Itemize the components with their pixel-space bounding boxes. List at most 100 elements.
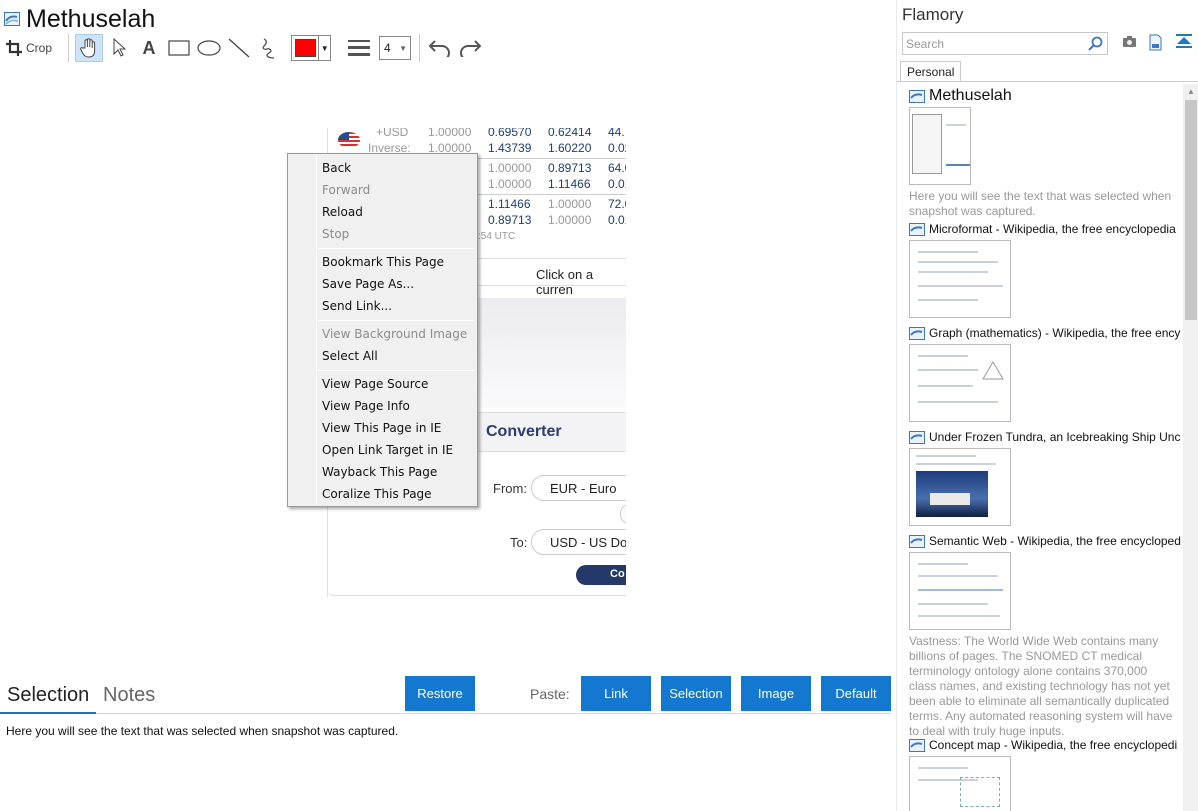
rate-cell: 1.60220 <box>548 141 592 155</box>
active-tab-indicator <box>0 712 96 714</box>
flamory-app-icon <box>909 534 925 548</box>
menu-gutter <box>316 156 317 504</box>
list-item-header: Graph (mathematics) - Wikipedia, the fre… <box>909 324 1181 342</box>
document-header: Methuselah <box>4 4 155 34</box>
menu-item-send-link[interactable]: Send Link... <box>322 299 392 319</box>
paste-selection-button[interactable]: Selection <box>661 676 731 711</box>
list-item-title: Graph (mathematics) - Wikipedia, the fre… <box>929 326 1181 340</box>
timestamp: :54 UTC <box>478 231 516 242</box>
paste-default-button[interactable]: Default <box>821 676 891 711</box>
text-icon: A <box>142 37 156 58</box>
drawing-toolbar: Crop A ▼ 4 ▼ <box>6 33 486 63</box>
tab-notes[interactable]: Notes <box>103 684 155 707</box>
menu-item-page-info[interactable]: View Page Info <box>322 399 410 419</box>
redo-icon <box>460 40 482 57</box>
snapshot-thumbnail <box>909 552 1011 630</box>
freehand-tool-button[interactable] <box>255 34 283 62</box>
rate-label: +USD <box>376 128 409 139</box>
document-title: Methuselah <box>26 4 156 33</box>
selection-text[interactable]: Here you will see the text that was sele… <box>6 724 398 738</box>
list-item-header: Microformat - Wikipedia, the free encycl… <box>909 220 1181 238</box>
menu-item-select-all[interactable]: Select All <box>322 349 378 369</box>
line-width-button[interactable] <box>345 34 373 62</box>
rate-cell: 1.11466 <box>548 177 591 191</box>
rectangle-icon <box>168 40 190 56</box>
rectangle-tool-button[interactable] <box>165 34 193 62</box>
menu-item-view-source[interactable]: View Page Source <box>322 377 428 397</box>
document-icon[interactable] <box>1149 34 1162 51</box>
ellipse-tool-button[interactable] <box>195 34 223 62</box>
converter-title: Converter <box>486 423 562 440</box>
text-tool-button[interactable]: A <box>135 34 163 62</box>
snapshot-thumbnail <box>909 756 1011 811</box>
rate-cell: 1.00000 <box>548 213 592 227</box>
list-item[interactable]: Microformat - Wikipedia, the free encycl… <box>909 220 1181 318</box>
menu-item-coralize[interactable]: Coralize This Page <box>322 487 432 507</box>
search-icon[interactable] <box>1088 36 1103 51</box>
rate-cell: 0.89713 <box>488 213 532 227</box>
tab-personal[interactable]: Personal <box>900 61 961 82</box>
rate-cell: 1.00000 <box>488 161 532 175</box>
menu-item-stop[interactable]: Stop <box>322 227 349 247</box>
sidebar-scrollbar[interactable]: ▲ <box>1183 84 1198 811</box>
flamory-app-icon <box>909 430 925 444</box>
menu-item-bookmark[interactable]: Bookmark This Page <box>322 255 444 275</box>
undo-button[interactable] <box>426 34 454 62</box>
collapse-icon[interactable] <box>1176 34 1192 50</box>
list-item-title: Microformat - Wikipedia, the free encycl… <box>929 222 1176 236</box>
flamory-app-icon <box>4 12 20 26</box>
chevron-down-icon: ▼ <box>318 36 330 60</box>
list-item[interactable]: Semantic Web - Wikipedia, the free encyc… <box>909 532 1181 739</box>
snapshot-thumbnail <box>909 107 971 185</box>
restore-button[interactable]: Restore <box>405 676 475 711</box>
paste-image-button[interactable]: Image <box>741 676 811 711</box>
camera-icon[interactable] <box>1122 34 1137 48</box>
list-item-header: Concept map - Wikipedia, the free encycl… <box>909 736 1181 754</box>
list-item[interactable]: Methuselah Here you will see the text th… <box>909 87 1181 219</box>
menu-item-back[interactable]: Back <box>322 161 351 181</box>
menu-separator <box>318 370 474 371</box>
menu-item-view-background[interactable]: View Background Image <box>322 327 467 347</box>
scroll-up-icon[interactable]: ▲ <box>1187 87 1195 96</box>
paste-link-button[interactable]: Link <box>581 676 651 711</box>
list-item[interactable]: Concept map - Wikipedia, the free encycl… <box>909 736 1181 811</box>
list-item-title: Semantic Web - Wikipedia, the free encyc… <box>929 534 1181 548</box>
paste-label: Paste: <box>530 686 570 702</box>
crop-label: Crop <box>26 41 53 55</box>
us-flag-icon <box>338 132 360 148</box>
line-tool-button[interactable] <box>225 34 253 62</box>
rate-cell: 0.01 <box>608 213 626 227</box>
menu-item-open-link-ie[interactable]: Open Link Target in IE <box>322 443 453 463</box>
ad-panel <box>478 298 626 408</box>
redo-button[interactable] <box>456 34 484 62</box>
menu-item-wayback[interactable]: Wayback This Page <box>322 465 437 485</box>
list-item-header: Methuselah <box>909 87 1181 105</box>
list-item-description: Here you will see the text that was sele… <box>909 189 1172 218</box>
list-item-header: Semantic Web - Wikipedia, the free encyc… <box>909 532 1181 550</box>
stroke-color-picker[interactable]: ▼ <box>291 35 332 61</box>
crop-button[interactable]: Crop <box>6 34 60 62</box>
rate-cell: 64.0 <box>608 161 626 175</box>
select-tool-button[interactable] <box>105 34 133 62</box>
menu-item-reload[interactable]: Reload <box>322 205 363 225</box>
tab-selection[interactable]: Selection <box>7 684 89 707</box>
rate-cell: 1.11466 <box>488 197 531 211</box>
menu-item-forward[interactable]: Forward <box>322 183 370 203</box>
list-item-title: Methuselah <box>929 87 1012 104</box>
search-placeholder: Search <box>906 37 945 51</box>
scrollbar-thumb[interactable] <box>1185 100 1197 320</box>
chevron-down-icon: ▼ <box>399 43 408 53</box>
hand-tool-button[interactable] <box>75 34 104 62</box>
rate-cell: 1.43739 <box>488 141 532 155</box>
flamory-window: Methuselah Crop A ▼ 4 ▼ +USD 1.00000 0.6… <box>0 0 1198 811</box>
flamory-app-icon <box>909 738 925 752</box>
list-item[interactable]: Under Frozen Tundra, an Icebreaking Ship… <box>909 428 1181 526</box>
menu-item-view-in-ie[interactable]: View This Page in IE <box>322 421 441 441</box>
search-input[interactable]: Search <box>902 32 1108 55</box>
rate-cell: 44. <box>608 128 625 139</box>
line-width-select[interactable]: 4 ▼ <box>379 36 412 60</box>
menu-item-save-page[interactable]: Save Page As... <box>322 277 414 297</box>
sidebar-title: Flamory <box>902 5 964 24</box>
stroke-color-swatch <box>295 39 317 57</box>
list-item[interactable]: Graph (mathematics) - Wikipedia, the fre… <box>909 324 1181 422</box>
